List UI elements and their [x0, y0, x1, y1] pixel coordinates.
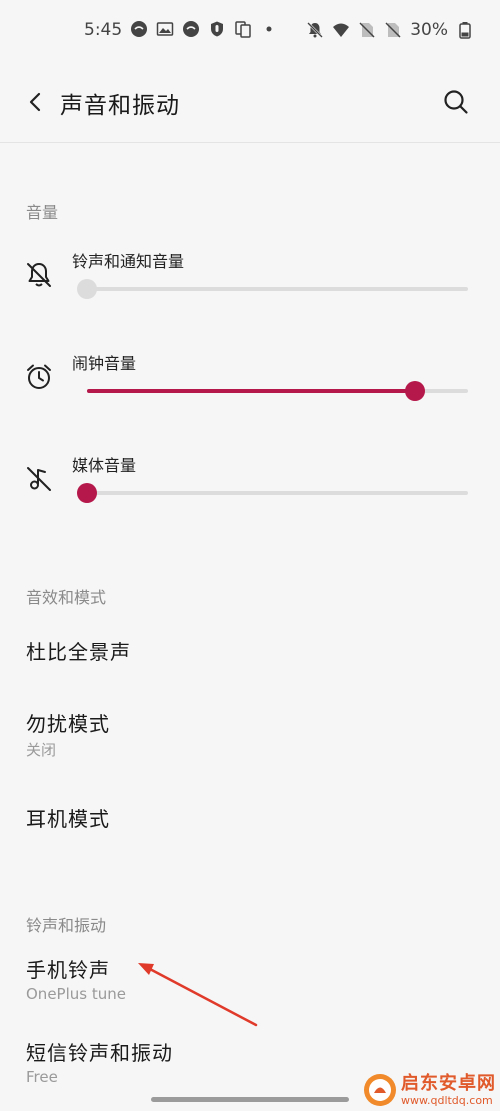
- gesture-nav-bar[interactable]: [151, 1097, 349, 1102]
- watermark-logo-icon: [364, 1074, 396, 1106]
- battery-percent: 30%: [410, 20, 448, 40]
- ringtone-volume-slider[interactable]: [77, 279, 468, 299]
- chat-bubble-icon: [131, 21, 147, 37]
- alarm-clock-icon: [27, 364, 51, 389]
- section-header-volume: 音量: [26, 203, 59, 222]
- slider-track: [87, 491, 468, 495]
- page-title: 声音和振动: [60, 93, 180, 119]
- status-time: 5:45: [84, 20, 123, 40]
- search-button[interactable]: [438, 84, 474, 120]
- alarm-volume-slider[interactable]: [87, 381, 468, 401]
- no-sim-icon: [359, 22, 375, 38]
- wifi-icon: [333, 23, 350, 37]
- media-volume-slider[interactable]: [77, 483, 468, 503]
- watermark-name: 启东安卓网: [401, 1072, 496, 1094]
- volume-label: 闹钟音量: [72, 354, 137, 373]
- do-not-disturb-item[interactable]: 勿扰模式 关闭: [26, 708, 476, 760]
- system-icons: 30%: [306, 20, 474, 40]
- bell-off-icon: [307, 22, 324, 38]
- image-icon: [156, 22, 174, 36]
- slider-thumb[interactable]: [404, 381, 425, 401]
- header-divider: [0, 142, 500, 143]
- app-bar: 声音和振动: [0, 70, 500, 134]
- ringtone-volume-row: 铃声和通知音量: [0, 248, 500, 328]
- battery-icon: [459, 22, 471, 39]
- volume-label: 铃声和通知音量: [72, 252, 185, 271]
- back-button[interactable]: [18, 84, 54, 120]
- setting-title: 勿扰模式: [26, 712, 110, 736]
- chat-bubble-icon: [183, 21, 199, 37]
- setting-title: 耳机模式: [26, 807, 110, 831]
- earphone-mode-item[interactable]: 耳机模式: [26, 803, 476, 832]
- bell-off-icon: [27, 263, 51, 287]
- back-arrow-icon: [29, 92, 41, 112]
- section-header-effects: 音效和模式: [26, 588, 107, 607]
- setting-subtitle: 关闭: [26, 741, 57, 759]
- setting-title: 短信铃声和振动: [26, 1041, 173, 1065]
- watermark-url: www.qdltdq.com: [401, 1093, 493, 1107]
- watermark: 启东安卓网 www.qdltdq.com: [363, 1073, 496, 1107]
- section-header-ringtone: 铃声和振动: [26, 916, 107, 935]
- search-icon: [444, 90, 468, 114]
- watermark-text: 启东安卓网 www.qdltdq.com: [401, 1072, 496, 1107]
- setting-title: 杜比全景声: [26, 640, 131, 664]
- annotation-arrow: [138, 963, 258, 1027]
- music-off-icon: [27, 467, 51, 491]
- notification-icons: [130, 20, 278, 38]
- shield-icon: [211, 21, 223, 37]
- dot-icon: [266, 26, 272, 32]
- volume-label: 媒体音量: [72, 456, 137, 475]
- status-bar: 5:45 30%: [0, 0, 500, 64]
- alarm-volume-row: 闹钟音量: [0, 350, 500, 430]
- slider-track: [87, 287, 468, 291]
- slider-thumb[interactable]: [77, 483, 97, 503]
- copy-icon: [235, 21, 251, 38]
- dolby-atmos-item[interactable]: 杜比全景声: [26, 636, 476, 665]
- slider-thumb[interactable]: [77, 279, 97, 299]
- media-volume-row: 媒体音量: [0, 452, 500, 532]
- no-sim-icon: [385, 22, 401, 38]
- slider-fill: [87, 389, 415, 393]
